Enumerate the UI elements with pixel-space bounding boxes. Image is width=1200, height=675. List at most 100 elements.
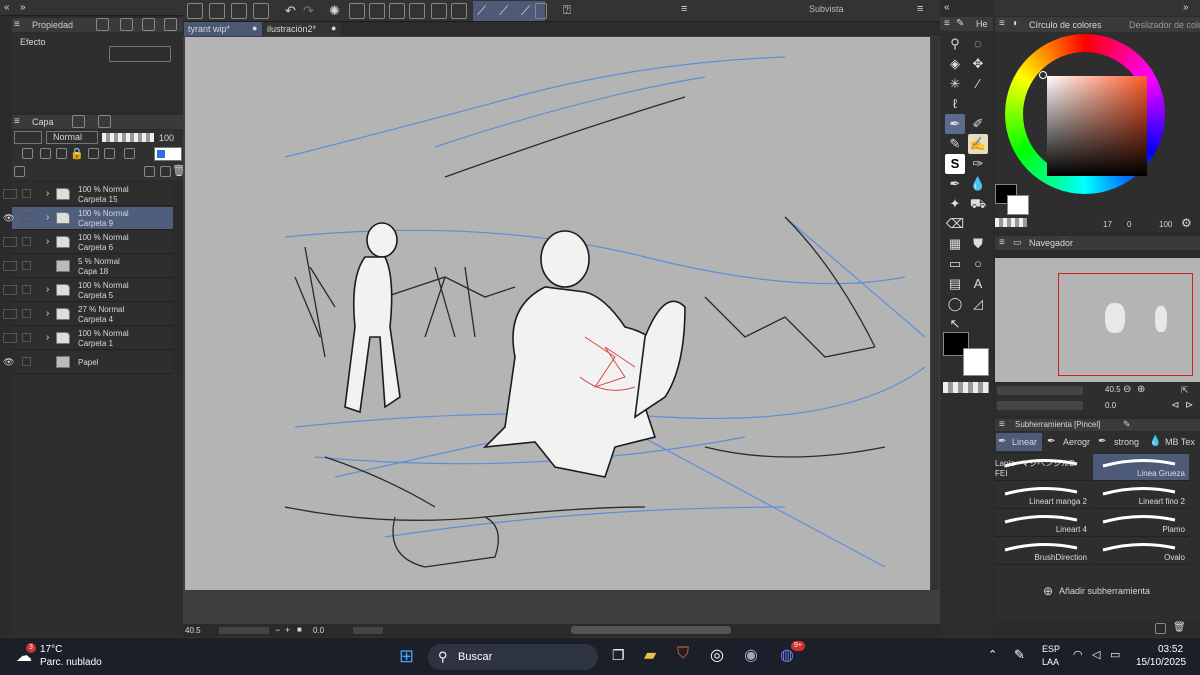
navigator-viewport[interactable] xyxy=(1058,273,1193,376)
ruler-tool-icon[interactable]: ◿ xyxy=(968,294,988,314)
drawing-canvas[interactable] xyxy=(185,37,930,590)
shape-circle-icon[interactable]: ○ xyxy=(968,254,988,274)
nav-angle-slider[interactable] xyxy=(997,401,1083,410)
pen-tool-icon[interactable]: ✒ xyxy=(945,114,965,134)
navigator-preview[interactable] xyxy=(995,258,1200,382)
select-tool-icon[interactable]: ◌ xyxy=(968,34,988,54)
subtool-group-strong[interactable]: ✒ strong xyxy=(1096,433,1144,451)
vertical-scrollbar[interactable] xyxy=(931,37,939,590)
angle-slider[interactable] xyxy=(353,627,383,634)
menu-icon[interactable]: ≡ xyxy=(999,419,1005,430)
ink-tool-icon[interactable]: ✑ xyxy=(968,154,988,174)
search-box[interactable]: ⚲ Buscar xyxy=(428,644,598,670)
task-view-icon[interactable]: ❐ xyxy=(612,647,625,664)
open-folder-icon[interactable] xyxy=(231,3,247,19)
layer-property-icon[interactable] xyxy=(72,115,85,128)
tab-close-icon[interactable]: ● xyxy=(252,23,257,33)
object-select-icon[interactable]: ↖ xyxy=(945,314,965,334)
saturation-value-square[interactable] xyxy=(1047,76,1147,176)
eye-icon[interactable] xyxy=(3,333,17,343)
brush-item[interactable]: Ovalo xyxy=(1093,538,1189,565)
collapse-right-icon[interactable]: » xyxy=(1183,2,1189,13)
clock-date[interactable]: 15/10/2025 xyxy=(1136,657,1186,668)
draft-icon[interactable] xyxy=(56,148,67,159)
eye-icon[interactable] xyxy=(3,309,17,319)
balloon-icon[interactable]: ◯ xyxy=(945,294,965,314)
layer-row[interactable]: › 100 % Normal Carpeta 6 xyxy=(3,231,173,254)
nav-angle-value[interactable]: 0.0 xyxy=(1105,401,1116,410)
subtool-group-linear[interactable]: ✒ Linear xyxy=(996,433,1042,451)
nav-fit-icon[interactable]: ⇱ xyxy=(1181,385,1189,396)
zoom-in-icon[interactable]: + xyxy=(285,625,290,635)
refresh-icon[interactable] xyxy=(164,18,177,31)
frame-icon[interactable]: ▤ xyxy=(945,274,965,294)
eye-icon[interactable] xyxy=(3,237,17,247)
brush-size-icon[interactable] xyxy=(120,18,133,31)
zoom-out-icon[interactable]: − xyxy=(275,625,280,635)
toolbar-more-icon[interactable]: ≡ xyxy=(681,3,687,15)
subtool-group-mbtex[interactable]: 💧 MB Tex xyxy=(1147,433,1199,451)
nav-zoom-value[interactable]: 40.5 xyxy=(1105,385,1121,394)
eyedropper-icon[interactable]: ⁄ xyxy=(968,74,988,94)
tray-chevron-icon[interactable]: ⌃ xyxy=(988,648,997,661)
subtool-group-aerogr[interactable]: ✒ Aerogr xyxy=(1045,433,1093,451)
menu-icon[interactable]: ≡ xyxy=(14,116,20,127)
steam-icon[interactable]: ◉ xyxy=(744,645,758,665)
trash-icon[interactable]: 🗑 xyxy=(1173,622,1186,633)
layer-row[interactable]: 5 % Normal Capa 18 xyxy=(3,255,173,278)
nav-zoom-out-icon[interactable]: ⊖ xyxy=(1123,384,1131,395)
select-all-icon[interactable] xyxy=(431,3,447,19)
marker-tool-icon[interactable]: ✐ xyxy=(968,114,988,134)
wifi-icon[interactable]: ◠ xyxy=(1073,648,1083,661)
move-tool-icon[interactable]: ✥ xyxy=(968,54,988,74)
battery-icon[interactable]: ▭ xyxy=(1110,648,1120,661)
layer-tab[interactable]: Capa xyxy=(32,117,54,127)
reference-icon[interactable] xyxy=(40,148,51,159)
zoom-slider[interactable] xyxy=(219,627,269,634)
menu-icon[interactable]: ≡ xyxy=(999,18,1005,29)
expand-folder-icon[interactable]: › xyxy=(46,236,49,247)
edit-lock-icon[interactable] xyxy=(22,189,31,198)
edit-lock-icon[interactable] xyxy=(22,213,31,222)
pencil-tool-icon[interactable]: ✎ xyxy=(945,134,965,154)
effect-selector[interactable] xyxy=(109,46,171,62)
edit-lock-icon[interactable] xyxy=(22,261,31,270)
windows-start-icon[interactable]: ⊞ xyxy=(399,646,414,667)
volume-icon[interactable]: ◁ xyxy=(1092,648,1100,661)
clear-icon[interactable] xyxy=(349,3,365,19)
collapse-left-icon[interactable]: « xyxy=(4,2,10,13)
subtool-detail-icon[interactable]: ✎ xyxy=(1123,419,1131,430)
layer-row[interactable]: › 27 % Normal Carpeta 4 xyxy=(3,303,173,326)
layer-row[interactable]: 👁 › 100 % Normal Carpeta 9 xyxy=(3,207,173,230)
expand-folder-icon[interactable]: › xyxy=(46,308,49,319)
layer-row[interactable]: › 100 % Normal Carpeta 5 xyxy=(3,279,173,302)
canvas-workspace[interactable] xyxy=(183,36,940,624)
save-icon[interactable] xyxy=(253,3,269,19)
edit-lock-icon[interactable] xyxy=(22,309,31,318)
clip-studio-icon[interactable]: ◎ xyxy=(710,645,724,665)
new-folder-icon[interactable] xyxy=(144,166,155,177)
tool-icon[interactable]: ✎ xyxy=(956,18,964,29)
eye-icon[interactable] xyxy=(3,189,17,199)
wheel-sub-color[interactable] xyxy=(1007,195,1029,215)
snap-ruler-icon[interactable]: ⟋ xyxy=(477,3,486,19)
layer-row[interactable]: › 100 % Normal Carpeta 1 xyxy=(3,327,173,350)
mask-icon[interactable] xyxy=(104,148,115,159)
snap-special-icon[interactable]: ⟋ xyxy=(499,3,508,19)
shape-rect-icon[interactable]: ▭ xyxy=(945,254,965,274)
zoom-tool-icon[interactable]: ⚲ xyxy=(945,34,965,54)
undo-icon[interactable]: ↶ xyxy=(285,3,296,19)
edit-lock-icon[interactable] xyxy=(22,333,31,342)
color-settings-icon[interactable]: ⚙ xyxy=(1181,216,1192,230)
menu-icon[interactable]: ≡ xyxy=(944,18,950,29)
device-icon[interactable] xyxy=(535,3,547,19)
expand-folder-icon[interactable]: › xyxy=(46,212,49,223)
bucket-icon[interactable]: ⛊ xyxy=(968,234,988,254)
file-explorer-icon[interactable]: ▰ xyxy=(644,645,656,665)
tab-close-icon[interactable]: ● xyxy=(331,23,336,33)
lang-variant[interactable]: LAA xyxy=(1042,657,1059,667)
snap-grid-icon[interactable]: ⟋ xyxy=(521,3,530,19)
navigator-icon[interactable]: ▭ xyxy=(1013,237,1022,248)
eye-icon[interactable] xyxy=(3,261,17,271)
horizontal-scrollbar[interactable] xyxy=(571,626,731,634)
